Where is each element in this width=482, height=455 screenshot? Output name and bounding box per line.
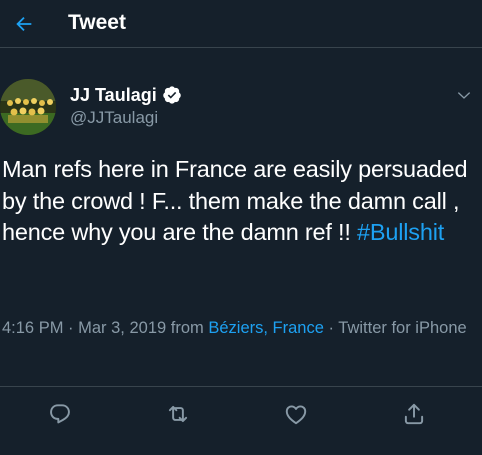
chevron-down-icon — [456, 87, 472, 103]
reply-button[interactable] — [45, 399, 75, 429]
page-title: Tweet — [68, 11, 126, 34]
author-handle[interactable]: @JJTaulagi — [70, 107, 158, 129]
reply-icon — [47, 401, 73, 427]
arrow-left-icon — [13, 13, 35, 35]
divider — [0, 386, 482, 387]
retweet-icon — [165, 401, 191, 427]
tweet-body: Man refs here in France are easily persu… — [2, 154, 480, 249]
tweet-detail-page: Tweet JJ Taulagi @JJTaulagi Man refs her… — [0, 0, 482, 455]
author-name-text: JJ Taulagi — [70, 85, 157, 105]
tweet-time[interactable]: 4:16 PM — [2, 319, 63, 337]
top-bar: Tweet — [0, 0, 482, 48]
share-icon — [401, 401, 427, 427]
team-photo-avatar — [0, 79, 56, 135]
tweet-date[interactable]: Mar 3, 2019 — [78, 319, 166, 337]
retweet-button[interactable] — [163, 399, 193, 429]
from-label: from — [166, 319, 209, 337]
more-options-button[interactable] — [452, 84, 476, 106]
like-button[interactable] — [281, 399, 311, 429]
hashtag-link[interactable]: #Bullshit — [357, 219, 444, 245]
share-button[interactable] — [399, 399, 429, 429]
heart-icon — [283, 401, 309, 427]
meta-separator: · — [63, 319, 79, 337]
back-button[interactable] — [4, 4, 44, 44]
avatar[interactable] — [0, 79, 56, 135]
author-name[interactable]: JJ Taulagi — [70, 84, 182, 106]
verified-badge-icon — [162, 85, 182, 105]
tweet-metadata: 4:16 PM · Mar 3, 2019 from Béziers, Fran… — [2, 317, 480, 340]
meta-separator: · — [323, 319, 339, 337]
location-link[interactable]: Béziers, France — [208, 319, 324, 337]
tweet-client[interactable]: Twitter for iPhone — [338, 319, 466, 337]
